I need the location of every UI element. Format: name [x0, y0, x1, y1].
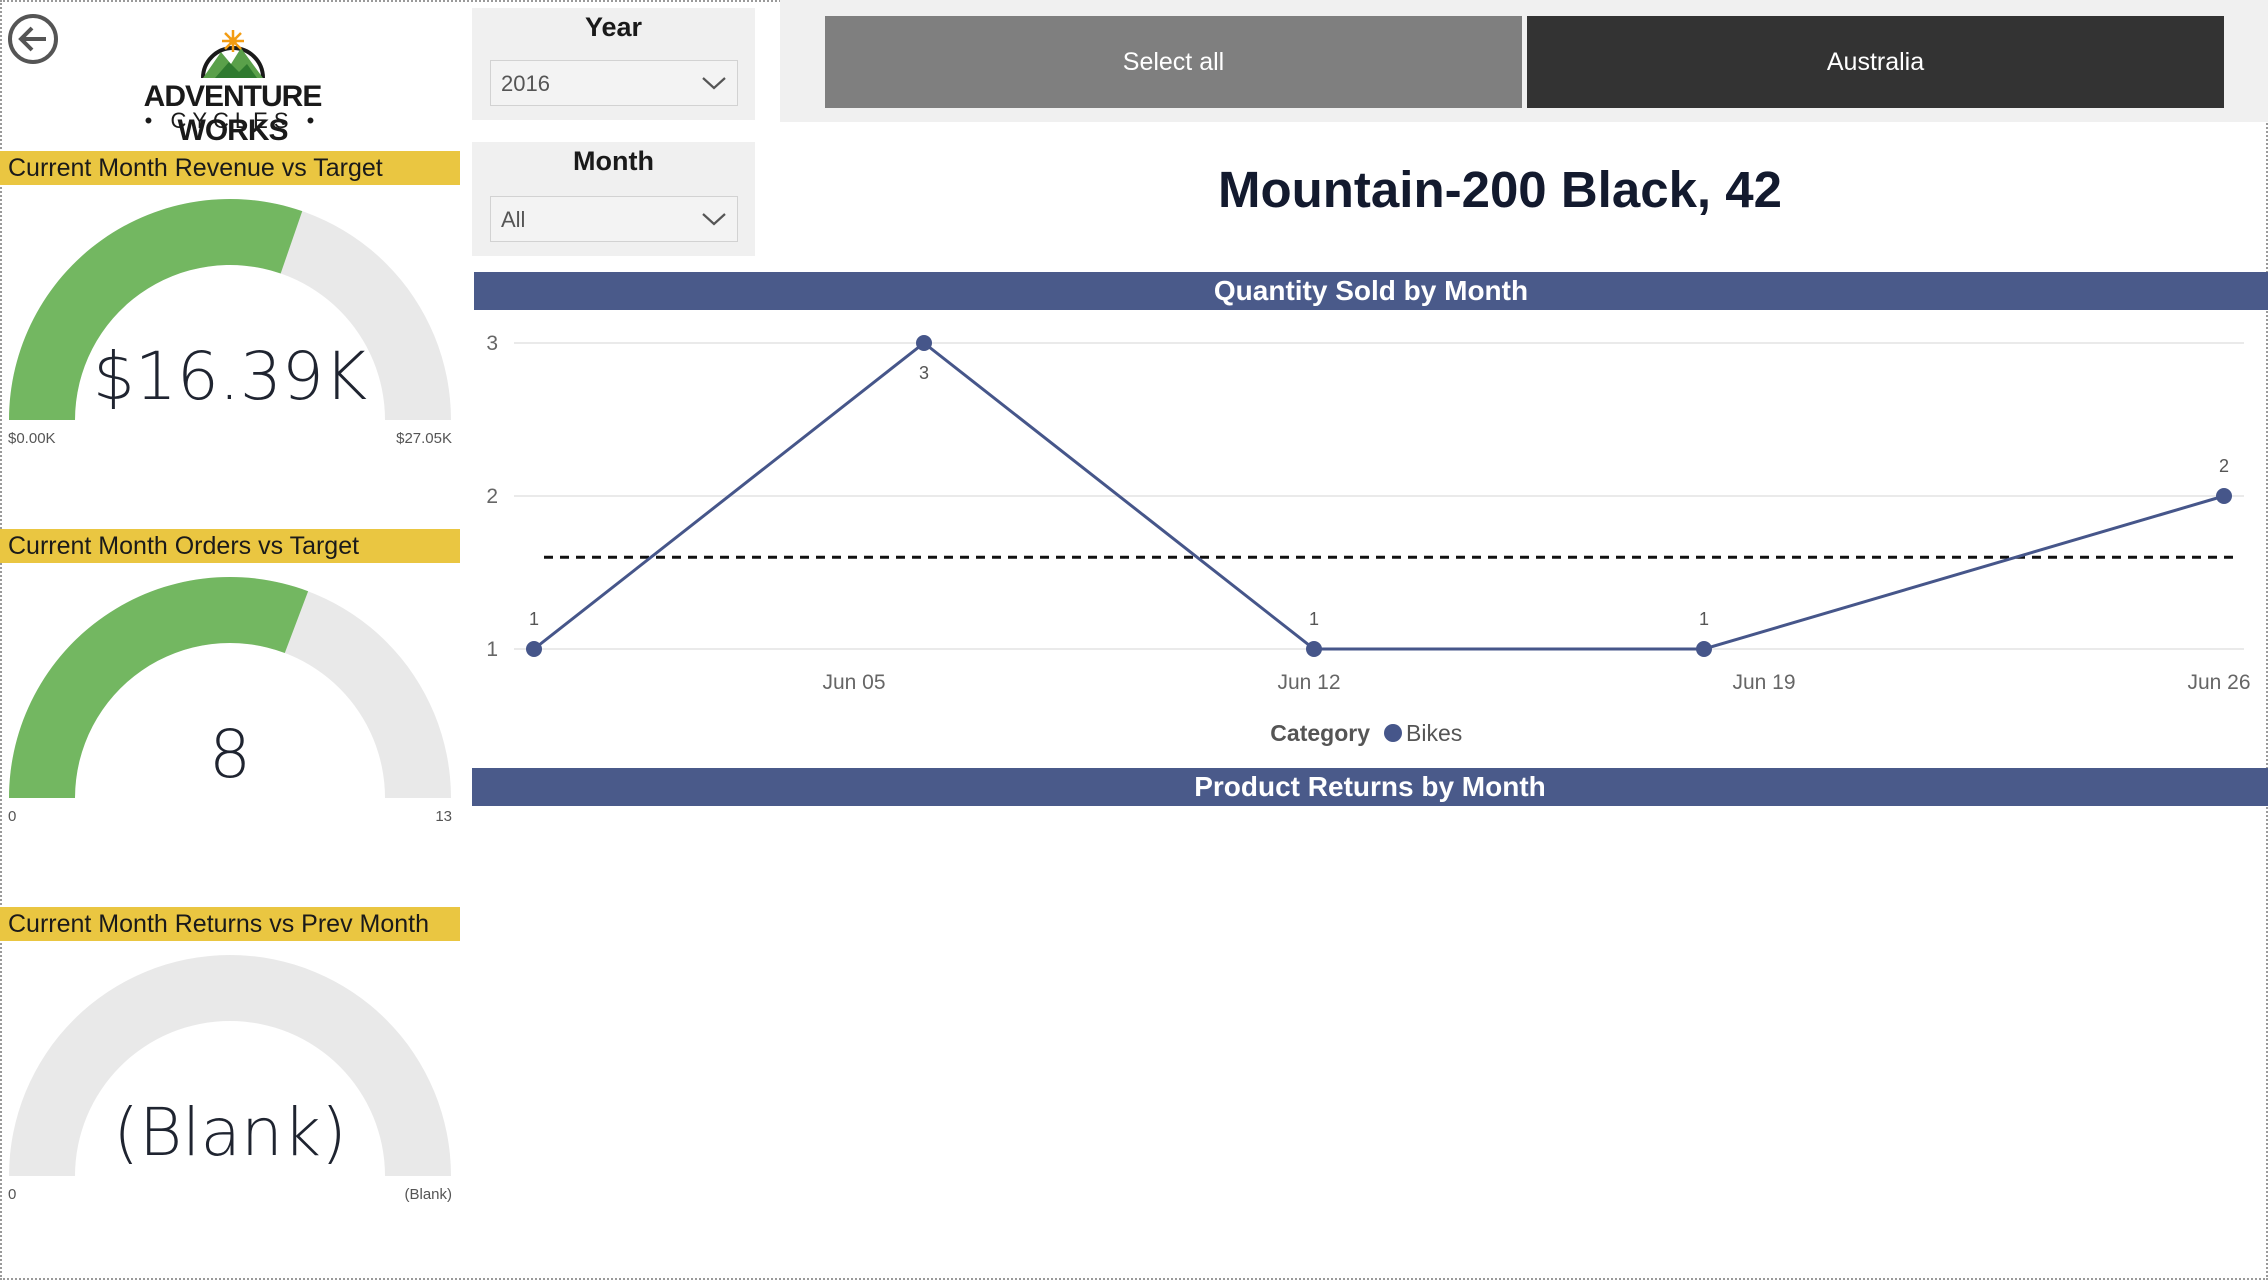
logo-emblem-icon [201, 30, 265, 79]
month-dropdown[interactable]: All [490, 196, 738, 242]
month-slicer-title: Month [573, 146, 654, 176]
returns-kpi-header: Current Month Returns vs Prev Month [0, 907, 460, 941]
revenue-kpi-header: Current Month Revenue vs Target [0, 151, 460, 185]
returns-gauge-max: (Blank) [404, 1186, 452, 1203]
orders-kpi-header: Current Month Orders vs Target [0, 529, 460, 563]
back-arrow-icon [8, 14, 58, 64]
adventure-works-logo: ADVENTURE WORKS • CYCLES • [100, 22, 365, 147]
y-tick-label: 2 [486, 485, 498, 508]
chevron-down-icon [702, 77, 726, 90]
month-slicer: Month All [472, 142, 755, 256]
returns-gauge-value: (Blank) [113, 1094, 347, 1171]
logo-subtext: • CYCLES • [144, 108, 321, 133]
month-selected-value: All [501, 207, 526, 232]
revenue-gauge-max: $27.05K [396, 430, 452, 447]
x-tick-label: Jun 26 [2187, 671, 2250, 694]
back-button[interactable] [6, 12, 60, 66]
orders-gauge-value: 8 [209, 716, 251, 793]
data-label: 1 [529, 609, 539, 629]
quantity-line-chart: 1 2 3 Jun 05 Jun 12 Jun 19 Jun 26 1 3 1 1 2 Category… [486, 332, 2250, 746]
quantity-section-header: Quantity Sold by Month [474, 272, 2268, 310]
revenue-gauge-min: $0.00K [8, 430, 56, 447]
legend-marker [1384, 724, 1402, 742]
returns-section-header: Product Returns by Month [472, 768, 2268, 806]
year-slicer: Year 2016 [472, 8, 755, 120]
chevron-down-icon [702, 213, 726, 226]
product-title: Mountain-200 Black, 42 [1217, 161, 1782, 218]
y-tick-label: 1 [486, 638, 498, 661]
x-tick-label: Jun 12 [1277, 671, 1340, 694]
data-label: 3 [919, 363, 929, 383]
year-dropdown[interactable]: 2016 [490, 60, 738, 106]
country-tile-slicer: Select all Australia [780, 0, 2268, 122]
legend-title: Category [1270, 720, 1370, 746]
y-tick-label: 3 [486, 332, 498, 355]
australia-tile[interactable]: Australia [1527, 16, 2224, 108]
data-point[interactable] [916, 335, 932, 351]
select-all-tile[interactable]: Select all [825, 16, 1522, 108]
revenue-gauge-value: $16.39K [92, 338, 368, 415]
data-point[interactable] [1696, 641, 1712, 657]
data-label: 2 [2219, 456, 2229, 476]
year-slicer-title: Year [584, 12, 643, 42]
data-label: 1 [1309, 609, 1319, 629]
orders-gauge-min: 0 [8, 808, 17, 825]
data-point[interactable] [2216, 488, 2232, 504]
data-point[interactable] [1306, 641, 1322, 657]
x-tick-label: Jun 05 [822, 671, 885, 694]
data-point[interactable] [526, 641, 542, 657]
returns-gauge-min: 0 [8, 1186, 17, 1203]
year-selected-value: 2016 [501, 71, 550, 96]
legend-item-bikes[interactable]: Bikes [1406, 720, 1462, 746]
orders-gauge-max: 13 [435, 808, 452, 825]
x-tick-label: Jun 19 [1732, 671, 1795, 694]
data-label: 1 [1699, 609, 1709, 629]
